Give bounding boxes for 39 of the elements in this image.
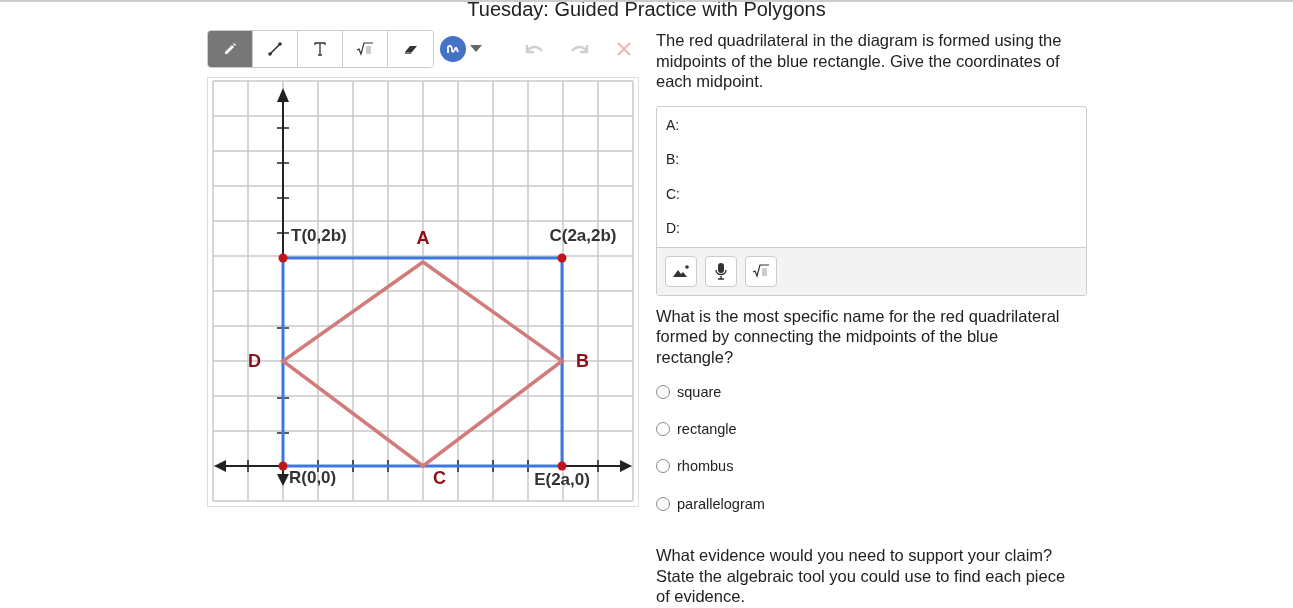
pencil-icon [222, 41, 238, 57]
page-title: Tuesday: Guided Practice with Polygons [466, 2, 827, 18]
point-label: T(0,2b) [291, 226, 347, 246]
microphone-icon [715, 262, 727, 280]
point-label: C(2a,2b) [549, 226, 617, 246]
answer-label: D: [666, 220, 681, 238]
vertex-point [557, 253, 567, 263]
answer-label: B: [666, 151, 681, 169]
vertex-point [557, 461, 567, 471]
question-text: The red quadrilateral in the diagram is formed using the midpoints of the blue rectangle. Give the coordinates of each midpoint. [656, 30, 1063, 92]
image-icon [672, 264, 690, 278]
vertex-point [278, 253, 288, 263]
pen-color-button[interactable] [440, 36, 466, 62]
question-text: What evidence would you need to support your claim? State the algebraic tool you could use to find each piece of evidence. [656, 545, 1067, 607]
pencil-tool-button[interactable] [208, 31, 253, 67]
line-segment-icon [267, 41, 283, 57]
image-button[interactable] [665, 255, 697, 287]
square-root-icon [356, 41, 374, 57]
point-label: C [433, 468, 446, 489]
answer-option[interactable]: rectangle [656, 410, 1087, 448]
answer-box[interactable]: A: B: C: D: [656, 105, 1087, 296]
answer-option[interactable]: parallelogram [656, 484, 1087, 523]
answer-option[interactable]: square [656, 373, 1087, 411]
square-root-icon [752, 264, 770, 278]
squiggle-icon [446, 43, 460, 55]
question-text: What is the most specific name for the red quadrilateral formed by connecting the midpoints of the blue rectangle? [656, 305, 1061, 367]
caret-icon[interactable] [470, 45, 482, 53]
microphone-button[interactable] [705, 255, 737, 287]
point-label: D [248, 351, 261, 372]
point-label: B [576, 351, 589, 372]
vertex-point [278, 461, 288, 471]
point-label: R(0,0) [289, 468, 337, 488]
answer-label: C: [666, 185, 681, 204]
point-label: E(2a,0) [534, 470, 590, 490]
answer-label: A: [666, 116, 681, 135]
text-icon [312, 41, 328, 57]
point-label: A [416, 228, 430, 249]
math-button[interactable] [745, 255, 777, 287]
answer-option[interactable]: rhombus [656, 447, 1087, 485]
